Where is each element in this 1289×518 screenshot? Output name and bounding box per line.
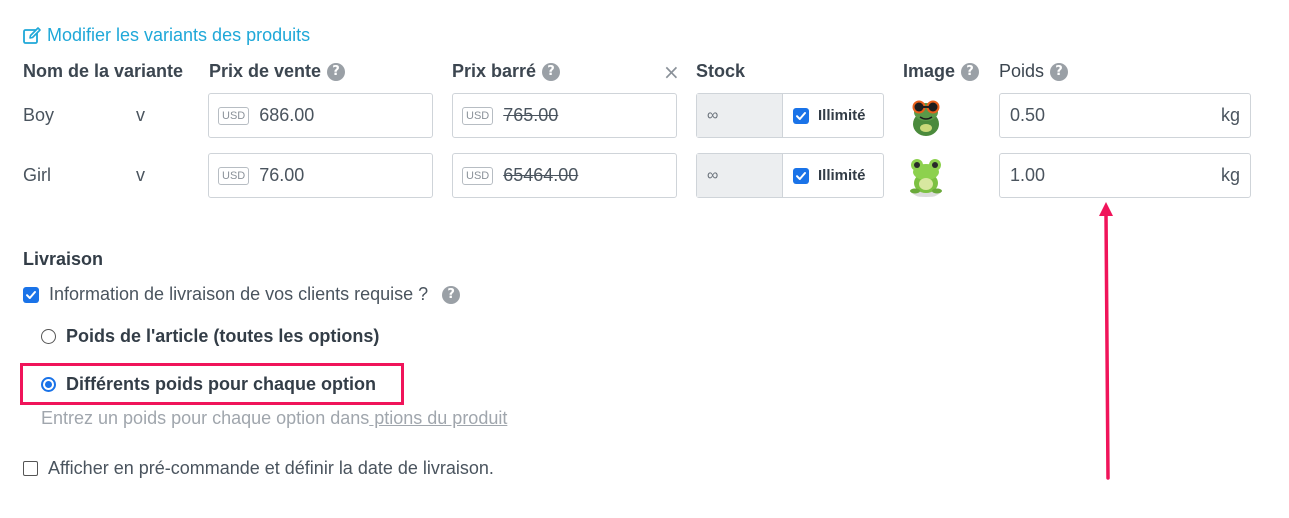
preorder-label: Afficher en pré-commande et définir la d… bbox=[48, 458, 494, 478]
weight-input[interactable]: 0.50 kg bbox=[999, 93, 1251, 138]
variant-option: v bbox=[136, 105, 145, 125]
weight-mode-per-option[interactable]: Différents poids pour chaque option bbox=[41, 374, 376, 395]
variant-name: Boy bbox=[23, 105, 55, 125]
weight-mode-single-option[interactable]: Poids de l'article (toutes les options) bbox=[41, 326, 379, 347]
weight-unit: kg bbox=[1220, 105, 1240, 125]
shipping-info-required-option[interactable]: Information de livraison de vos clients … bbox=[23, 284, 461, 305]
help-icon[interactable]: ? bbox=[961, 62, 980, 81]
unlimited-label: Illimité bbox=[818, 167, 866, 184]
column-header-name: Nom de la variante bbox=[23, 61, 184, 81]
price-input[interactable]: USD 686.00 bbox=[208, 93, 433, 138]
strike-price-value: 65464.00 bbox=[503, 165, 579, 185]
unlimited-label: Illimité bbox=[818, 107, 866, 124]
edit-variants-label: Modifier les variants des produits bbox=[47, 25, 311, 45]
currency-badge: USD bbox=[218, 106, 250, 125]
stock-input[interactable]: ∞ bbox=[697, 94, 783, 137]
stock-input[interactable]: ∞ bbox=[697, 154, 783, 197]
column-header-image: Image ? bbox=[903, 61, 980, 82]
variant-name: Girl bbox=[23, 165, 51, 185]
radio-unselected[interactable] bbox=[41, 329, 56, 344]
edit-icon bbox=[23, 26, 41, 44]
help-icon[interactable]: ? bbox=[327, 62, 346, 81]
weight-value: 1.00 bbox=[1010, 165, 1046, 185]
weight-hint: Entrez un poids pour chaque option dans … bbox=[41, 408, 507, 429]
stock-field: ∞ Illimité bbox=[696, 153, 884, 198]
price-value: 76.00 bbox=[259, 165, 305, 185]
product-options-link[interactable]: ptions du produit bbox=[369, 408, 507, 428]
variant-image-frog-glasses[interactable] bbox=[903, 92, 949, 138]
help-icon[interactable]: ? bbox=[442, 285, 461, 304]
column-header-weight: Poids ? bbox=[999, 61, 1069, 82]
shipping-section-title: Livraison bbox=[23, 249, 104, 269]
checkbox-checked[interactable] bbox=[793, 167, 809, 184]
shipping-info-required-label: Information de livraison de vos clients … bbox=[49, 284, 429, 304]
checkbox-checked[interactable] bbox=[793, 107, 809, 124]
clear-strike-price-icon[interactable]: × bbox=[663, 60, 680, 84]
radio-selected[interactable] bbox=[41, 377, 56, 392]
help-icon[interactable]: ? bbox=[542, 62, 561, 81]
weight-hint-text: Entrez un poids pour chaque option dans bbox=[41, 408, 370, 428]
variant-option: v bbox=[136, 165, 145, 185]
edit-variants-link[interactable]: Modifier les variants des produits bbox=[22, 25, 310, 46]
weight-unit: kg bbox=[1220, 165, 1240, 185]
stock-field: ∞ Illimité bbox=[696, 93, 884, 138]
unlimited-toggle[interactable]: Illimité bbox=[783, 154, 883, 197]
column-header-strike-price: Prix barré ? bbox=[452, 61, 561, 82]
checkbox-unchecked[interactable] bbox=[23, 461, 38, 476]
weight-value: 0.50 bbox=[1010, 105, 1046, 125]
help-icon[interactable]: ? bbox=[1050, 62, 1069, 81]
weight-mode-per-option-label: Différents poids pour chaque option bbox=[66, 374, 376, 394]
column-header-price: Prix de vente ? bbox=[209, 61, 346, 82]
weight-input[interactable]: 1.00 kg bbox=[999, 153, 1251, 198]
currency-badge: USD bbox=[218, 166, 250, 185]
strike-price-input[interactable]: USD 65464.00 bbox=[452, 153, 677, 198]
currency-badge: USD bbox=[462, 166, 494, 185]
price-input[interactable]: USD 76.00 bbox=[208, 153, 433, 198]
annotation-arrow bbox=[1099, 202, 1113, 480]
strike-price-input[interactable]: USD 765.00 bbox=[452, 93, 677, 138]
preorder-option[interactable]: Afficher en pré-commande et définir la d… bbox=[23, 458, 494, 479]
column-header-stock: Stock bbox=[696, 61, 746, 81]
price-value: 686.00 bbox=[259, 105, 315, 125]
variant-image-green-frog[interactable] bbox=[903, 152, 949, 198]
currency-badge: USD bbox=[462, 106, 494, 125]
checkbox-checked[interactable] bbox=[23, 286, 39, 303]
weight-mode-single-label: Poids de l'article (toutes les options) bbox=[66, 326, 380, 346]
unlimited-toggle[interactable]: Illimité bbox=[783, 94, 883, 137]
strike-price-value: 765.00 bbox=[503, 105, 559, 125]
